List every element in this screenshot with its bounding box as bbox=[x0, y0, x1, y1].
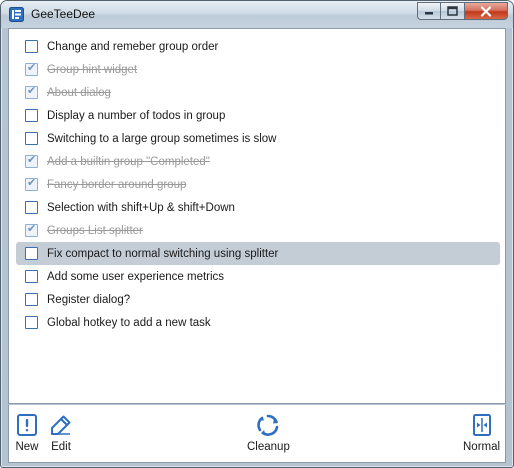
close-icon bbox=[480, 5, 492, 17]
todo-label: Groups List splitter bbox=[47, 224, 143, 237]
normal-label: Normal bbox=[463, 441, 501, 453]
cleanup-cycle-icon bbox=[257, 414, 279, 436]
checkbox-unchecked[interactable] bbox=[25, 40, 38, 53]
checkbox-unchecked[interactable] bbox=[25, 316, 38, 329]
todo-label: Global hotkey to add a new task bbox=[47, 316, 211, 329]
todo-label: Change and remeber group order bbox=[47, 40, 219, 53]
app-icon bbox=[9, 7, 24, 22]
todo-item[interactable]: Change and remeber group order bbox=[16, 35, 500, 58]
checkbox-unchecked[interactable] bbox=[25, 201, 38, 214]
checkbox-unchecked[interactable] bbox=[25, 109, 38, 122]
todo-label: Switching to a large group sometimes is … bbox=[47, 132, 277, 145]
close-button[interactable] bbox=[465, 2, 508, 20]
checkmark-icon: ✔ bbox=[27, 223, 37, 235]
checkmark-icon: ✔ bbox=[27, 62, 37, 74]
todo-label: Fix compact to normal switching using sp… bbox=[47, 247, 279, 260]
todo-item[interactable]: ✔ Groups List splitter bbox=[16, 219, 500, 242]
checkmark-icon: ✔ bbox=[27, 154, 37, 166]
normal-view-button[interactable]: Normal bbox=[463, 413, 500, 453]
window-title: GeeTeeDee bbox=[31, 7, 96, 21]
todo-list: Change and remeber group order ✔ Group hin… bbox=[16, 35, 500, 334]
maximize-icon bbox=[447, 6, 458, 16]
todo-label: Selection with shift+Up & shift+Down bbox=[47, 201, 235, 214]
todo-label: Add a builtin group "Completed" bbox=[47, 155, 210, 168]
checkbox-unchecked[interactable] bbox=[25, 132, 38, 145]
minimize-icon bbox=[425, 12, 433, 15]
checkbox-unchecked[interactable] bbox=[25, 293, 38, 306]
todo-label: Display a number of todos in group bbox=[47, 109, 226, 122]
todo-panel: Change and remeber group order ✔ Group hin… bbox=[8, 28, 506, 404]
checkbox-checked[interactable]: ✔ bbox=[25, 154, 38, 168]
new-todo-icon bbox=[17, 414, 37, 436]
todo-item[interactable]: Selection with shift+Up & shift+Down bbox=[16, 196, 500, 219]
todo-label: Group hint widget bbox=[47, 63, 138, 76]
checkbox-checked[interactable]: ✔ bbox=[25, 223, 38, 237]
edit-label: Edit bbox=[51, 441, 71, 453]
todo-item[interactable]: ✔ Group hint widget bbox=[16, 58, 500, 81]
title-bar[interactable]: GeeTeeDee bbox=[1, 1, 513, 28]
todo-item[interactable]: Display a number of todos in group bbox=[16, 104, 500, 127]
todo-item[interactable]: ✔ About dialog bbox=[16, 81, 500, 104]
checkbox-checked[interactable]: ✔ bbox=[25, 62, 38, 76]
minimize-button[interactable] bbox=[417, 2, 441, 20]
cleanup-button[interactable]: Cleanup bbox=[247, 413, 290, 453]
todo-item[interactable]: ✔ Fancy border around group bbox=[16, 173, 500, 196]
checkbox-checked[interactable]: ✔ bbox=[25, 85, 38, 99]
normal-view-icon bbox=[472, 414, 491, 436]
checkbox-checked[interactable]: ✔ bbox=[25, 177, 38, 191]
bottom-toolbar: New Edit Cleanup Normal bbox=[8, 405, 506, 463]
checkbox-unchecked[interactable] bbox=[25, 247, 38, 260]
maximize-button[interactable] bbox=[441, 2, 465, 20]
app-window: GeeTeeDee Change and remeber group order… bbox=[0, 0, 514, 468]
todo-label: Register dialog? bbox=[47, 293, 131, 306]
todo-label: Add some user experience metrics bbox=[47, 270, 225, 283]
todo-item[interactable]: Add some user experience metrics bbox=[16, 265, 500, 288]
todo-label: About dialog bbox=[47, 86, 111, 99]
todo-item[interactable]: Global hotkey to add a new task bbox=[16, 311, 500, 334]
todo-item[interactable]: Fix compact to normal switching using sp… bbox=[16, 242, 500, 265]
todo-item[interactable]: Switching to a large group sometimes is … bbox=[16, 127, 500, 150]
new-button[interactable]: New bbox=[15, 413, 39, 453]
checkmark-icon: ✔ bbox=[27, 177, 37, 189]
checkbox-unchecked[interactable] bbox=[25, 270, 38, 283]
checkmark-icon: ✔ bbox=[27, 85, 37, 97]
edit-pencil-icon bbox=[51, 415, 71, 435]
cleanup-label: Cleanup bbox=[247, 441, 290, 453]
todo-label: Fancy border around group bbox=[47, 178, 187, 191]
new-label: New bbox=[15, 441, 39, 453]
todo-item[interactable]: ✔ Add a builtin group "Completed" bbox=[16, 150, 500, 173]
todo-item[interactable]: Register dialog? bbox=[16, 288, 500, 311]
edit-button[interactable]: Edit bbox=[49, 413, 73, 453]
